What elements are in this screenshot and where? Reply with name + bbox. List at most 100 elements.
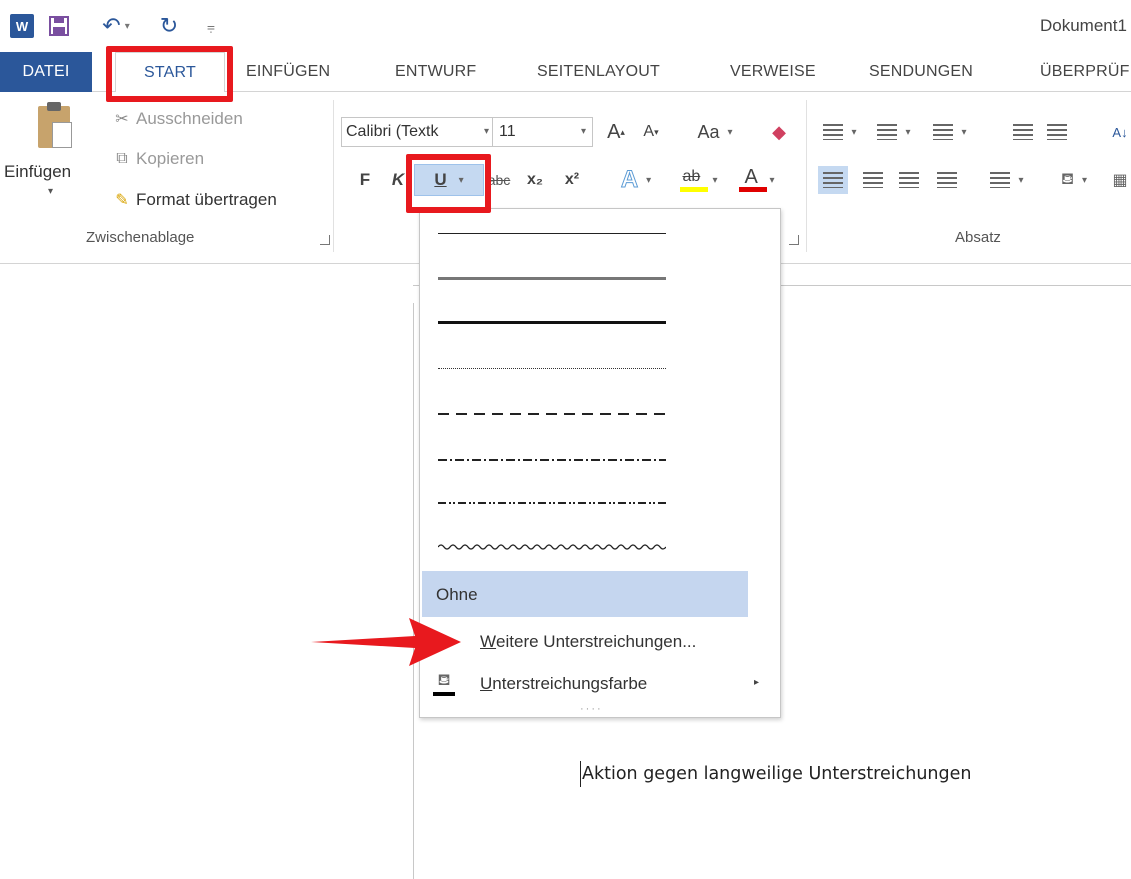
tab-seitenlayout[interactable]: SEITENLAYOUT — [537, 52, 660, 92]
undo-icon: ↶ — [102, 13, 121, 38]
grow-font-button[interactable]: A ▴ — [602, 118, 630, 146]
align-right-icon — [899, 172, 919, 188]
text-cursor — [580, 761, 581, 787]
paste-button[interactable]: Einfügen ▾ — [4, 102, 104, 220]
group-label-clipboard: Zwischenablage — [86, 229, 195, 246]
underline-color-icon: ⛾ — [432, 671, 456, 697]
underline-button[interactable]: U ▾ — [414, 164, 484, 196]
underline-option-dashed[interactable] — [438, 403, 666, 425]
underline-option-wave[interactable] — [438, 537, 666, 559]
underline-option-dot-dash[interactable] — [438, 449, 666, 471]
multilevel-list-button[interactable]: ▾ — [926, 118, 974, 146]
menu-item-label: eitere Unterstreichungen... — [496, 632, 697, 651]
align-right-button[interactable] — [894, 166, 924, 194]
superscript-button[interactable]: x² — [557, 166, 587, 194]
shrink-font-icon: A — [643, 123, 655, 140]
align-left-button[interactable] — [818, 166, 848, 194]
font-color-icon: A — [744, 166, 758, 188]
copy-button[interactable]: ⧉ Kopieren — [108, 146, 204, 172]
highlighter-icon: ab — [682, 168, 701, 185]
document-text[interactable]: Aktion gegen langweilige Unterstreichung… — [582, 764, 972, 784]
redo-icon: ↻ — [159, 13, 179, 38]
underline-option-dot-dot-dash[interactable] — [438, 492, 666, 514]
menu-item-weitere-unterstreichungen[interactable]: Weitere Unterstreichungen... — [480, 627, 696, 657]
format-painter-button[interactable]: ✎ Format übertragen — [108, 187, 277, 213]
text-effects-icon: A — [620, 166, 639, 194]
cut-button[interactable]: ✂ Ausschneiden — [108, 106, 243, 132]
borders-icon: ▦ — [1112, 172, 1128, 189]
line-spacing-button[interactable]: ▾ — [986, 166, 1028, 194]
tab-start[interactable]: START — [115, 52, 225, 93]
align-center-button[interactable] — [858, 166, 888, 194]
numbering-icon — [877, 124, 898, 140]
subscript-button[interactable]: x₂ — [520, 166, 550, 194]
underline-option-single[interactable] — [438, 223, 666, 245]
copy-icon: ⧉ — [116, 150, 128, 167]
ribbon-tabs: DATEI START EINFÜGEN ENTWURF SEITENLAYOU… — [0, 52, 1131, 93]
shading-button[interactable]: ⛾ ▾ — [1050, 166, 1098, 194]
borders-button[interactable]: ▦ — [1110, 166, 1130, 194]
paintbrush-icon: ✎ — [115, 192, 129, 209]
chevron-down-icon[interactable]: ▾ — [459, 175, 464, 186]
font-size-value: 11 — [499, 123, 516, 140]
undo-dropdown-icon[interactable]: ▾ — [125, 21, 130, 32]
underline-option-thick[interactable] — [438, 267, 666, 289]
change-case-button[interactable]: Aa ▾ — [690, 118, 740, 146]
bold-button[interactable]: F — [352, 166, 378, 194]
wave-line-icon — [438, 544, 666, 550]
eraser-icon: ◆ — [772, 121, 786, 142]
resize-grip-icon[interactable]: ···· — [580, 703, 603, 715]
tab-ueberpruefen[interactable]: ÜBERPRÜF — [1040, 52, 1130, 92]
chevron-down-icon[interactable]: ▾ — [48, 186, 53, 197]
chevron-down-icon[interactable]: ▾ — [481, 126, 489, 137]
copy-label: Kopieren — [136, 149, 205, 168]
cut-label: Ausschneiden — [136, 109, 243, 128]
menu-item-unterstreichungsfarbe[interactable]: Unterstreichungsfarbe — [480, 669, 647, 699]
tab-verweise[interactable]: VERWEISE — [730, 52, 816, 92]
numbering-button[interactable]: ▾ — [872, 118, 916, 146]
tab-sendungen[interactable]: SENDUNGEN — [869, 52, 973, 92]
group-divider — [806, 100, 807, 252]
save-icon — [49, 16, 69, 36]
red-arrow-icon — [311, 618, 461, 666]
font-size-combobox[interactable]: 11 ▾ — [493, 117, 593, 147]
tab-entwurf[interactable]: ENTWURF — [395, 52, 476, 92]
text-effects-button[interactable]: A ▾ — [608, 164, 664, 196]
sort-button[interactable]: A↓ — [1110, 118, 1130, 146]
submenu-arrow-icon: ▸ — [754, 677, 760, 688]
save-button[interactable] — [48, 14, 70, 38]
highlight-color-bar — [680, 187, 709, 192]
shrink-font-button[interactable]: A ▾ — [638, 118, 664, 146]
italic-button[interactable]: K — [385, 166, 411, 194]
redo-button[interactable]: ↻ — [156, 13, 182, 38]
justify-icon — [937, 172, 957, 188]
menu-item-accelerator: U — [480, 674, 493, 693]
underline-option-dotted[interactable] — [438, 358, 666, 380]
bullets-button[interactable]: ▾ — [818, 118, 862, 146]
page-edge — [413, 303, 414, 879]
clipboard-launcher-icon[interactable] — [320, 235, 330, 245]
align-left-icon — [823, 172, 843, 188]
scissors-icon: ✂ — [115, 111, 129, 128]
tab-datei[interactable]: DATEI — [0, 52, 92, 92]
decrease-indent-icon — [1013, 124, 1033, 140]
increase-indent-icon — [1047, 124, 1067, 140]
undo-button[interactable]: ↶ ▾ — [94, 13, 138, 38]
word-logo-icon: W — [10, 14, 34, 38]
justify-button[interactable] — [932, 166, 962, 194]
clear-formatting-button[interactable]: ◆ — [764, 118, 794, 146]
multilevel-list-icon — [933, 124, 954, 140]
tab-einfuegen[interactable]: EINFÜGEN — [246, 52, 330, 92]
chevron-down-icon[interactable]: ▾ — [581, 126, 586, 137]
font-color-button[interactable]: A ▾ — [728, 164, 782, 196]
paint-bucket-icon: ⛾ — [1060, 171, 1075, 188]
font-launcher-icon[interactable] — [789, 235, 799, 245]
strikethrough-button[interactable]: abc — [486, 166, 512, 194]
decrease-indent-button[interactable] — [1008, 118, 1038, 146]
underline-option-heavy[interactable] — [438, 311, 666, 333]
menu-item-ohne[interactable]: Ohne — [422, 571, 748, 617]
increase-indent-button[interactable] — [1042, 118, 1072, 146]
customize-quick-access-button[interactable]: ⩦ — [203, 14, 219, 38]
font-name-combobox[interactable]: Calibri (Textk ▾ — [341, 117, 493, 147]
highlight-color-button[interactable]: ab ▾ — [668, 164, 726, 196]
